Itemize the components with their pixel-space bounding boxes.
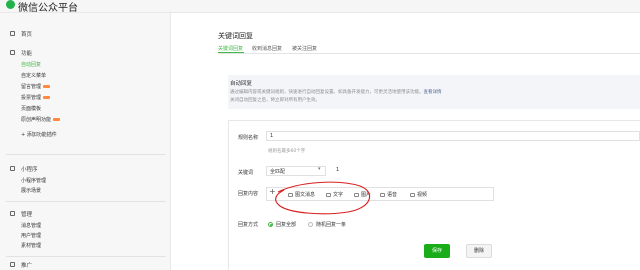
sidebar-divider bbox=[6, 201, 166, 202]
red-annotation-circle bbox=[275, 181, 371, 215]
add-plugin-link[interactable]: + 添加功能插件 bbox=[21, 131, 57, 138]
match-mode-select[interactable]: 全匹配 bbox=[266, 166, 326, 176]
keyword-value[interactable]: 1 bbox=[336, 167, 339, 173]
page-title: 关键词回复 bbox=[218, 32, 253, 40]
sidebar-item-display-scenes[interactable]: 展示场景 bbox=[21, 187, 41, 194]
sidebar-section-mini-program[interactable]: 小程序 bbox=[21, 165, 38, 173]
reply-mode-label: 回复方式 bbox=[238, 222, 259, 228]
tool-video[interactable]: 视频 bbox=[410, 191, 427, 198]
tool-voice[interactable]: 语音 bbox=[380, 191, 397, 198]
tab-follow-reply[interactable]: 被关注回复 bbox=[292, 45, 317, 52]
reply-all-label: 回复全部 bbox=[276, 222, 297, 228]
info-note: 关闭自动回复之后，将立即对所有用户生效。 bbox=[230, 98, 320, 103]
sidebar-item-votes[interactable]: 投票管理 bbox=[21, 94, 51, 101]
sidebar-section-promotion[interactable]: 推广 bbox=[21, 261, 32, 269]
radio-reply-random[interactable] bbox=[308, 222, 313, 227]
sidebar-divider bbox=[6, 154, 166, 155]
promotion-icon bbox=[10, 262, 15, 267]
new-badge bbox=[43, 85, 51, 88]
reply-content-label: 回复内容 bbox=[238, 191, 259, 197]
chevron-down-icon: ▾ bbox=[318, 166, 321, 172]
tab-keyword-reply[interactable]: 关键词回复 bbox=[218, 45, 243, 52]
radio-reply-all[interactable] bbox=[268, 222, 273, 227]
app-title: 微信公众平台 bbox=[18, 3, 78, 14]
sidebar-item-comments[interactable]: 留言管理 bbox=[21, 83, 51, 90]
sidebar-item-original-claim[interactable]: 原创声明功能 bbox=[21, 116, 61, 123]
sidebar-item-custom-menu[interactable]: 自定义菜单 bbox=[21, 72, 46, 79]
reply-random-label: 随机回复一条 bbox=[316, 222, 347, 228]
delete-button[interactable]: 删除 bbox=[466, 244, 492, 258]
voice-icon bbox=[380, 192, 385, 197]
sidebar-item-materials[interactable]: 素材管理 bbox=[21, 242, 41, 249]
rule-name-hint: 规则名最多60个字 bbox=[268, 149, 306, 154]
top-bar bbox=[0, 0, 640, 13]
video-icon bbox=[410, 192, 415, 197]
new-badge bbox=[53, 118, 61, 121]
tab-message-reply[interactable]: 收到消息回复 bbox=[252, 45, 282, 52]
sidebar-item-page-templates[interactable]: 页面模板 bbox=[21, 105, 41, 112]
home-icon bbox=[10, 31, 15, 36]
new-badge bbox=[43, 96, 51, 99]
sidebar-section-function[interactable]: 功能 bbox=[21, 49, 32, 57]
mini-program-icon bbox=[10, 166, 15, 171]
rule-name-input[interactable]: 1 bbox=[266, 131, 640, 141]
sidebar-divider bbox=[6, 256, 166, 257]
sidebar-item-home[interactable]: 首页 bbox=[21, 30, 32, 38]
rule-name-label: 规则名称 bbox=[238, 135, 259, 141]
manage-icon bbox=[10, 211, 15, 216]
save-button[interactable]: 保存 bbox=[424, 244, 450, 258]
function-icon bbox=[10, 50, 15, 55]
info-description: 通过编辑内容或关键词规则，快速进行自动回复设置。如具备开发能力，可更灵活地使用该… bbox=[230, 90, 442, 95]
sidebar-section-manage[interactable]: 管理 bbox=[21, 210, 32, 218]
sidebar-item-messages[interactable]: 消息管理 bbox=[21, 222, 41, 229]
tabs-divider bbox=[218, 53, 640, 54]
sidebar-item-users[interactable]: 用户管理 bbox=[21, 232, 41, 239]
keyword-label: 关键词 bbox=[238, 170, 254, 176]
wechat-logo-icon bbox=[6, 0, 15, 9]
info-title: 自动回复 bbox=[230, 81, 253, 87]
sidebar-item-mini-program-manage[interactable]: 小程序管理 bbox=[21, 177, 46, 184]
sidebar-item-auto-reply[interactable]: 自动回复 bbox=[21, 61, 41, 68]
details-link[interactable]: 查看详情 bbox=[424, 90, 442, 95]
